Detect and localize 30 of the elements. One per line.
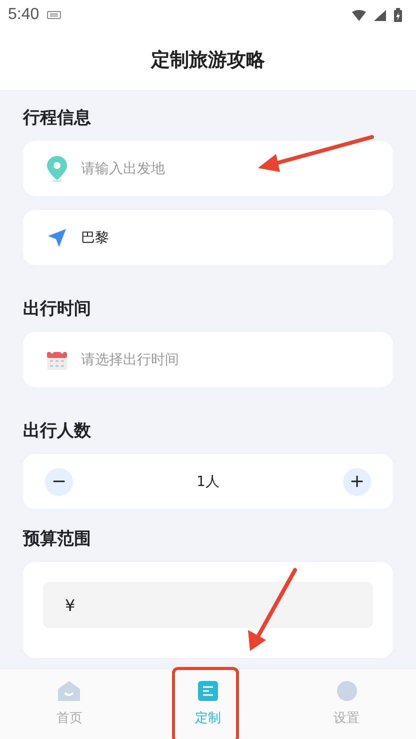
input-field[interactable]: 请选择出行时间	[23, 332, 393, 387]
section-title: 出行人数	[23, 420, 92, 442]
home-icon	[58, 681, 80, 701]
placeholder-text: 请输入出发地	[81, 160, 165, 178]
section-title: 预算范围	[23, 528, 92, 550]
traveler-count: 1人	[196, 472, 220, 490]
decrease-button[interactable]: −	[45, 468, 73, 496]
location-pin-icon	[47, 156, 67, 182]
wifi-icon	[352, 10, 366, 20]
section-title: 出行时间	[23, 298, 92, 320]
budget-field[interactable]: ¥	[43, 582, 373, 628]
highlight-box	[172, 667, 239, 739]
calendar-icon	[47, 350, 67, 370]
field-value: 巴黎	[81, 228, 109, 246]
signal-icon	[374, 10, 386, 20]
increase-button[interactable]: +	[342, 468, 371, 496]
navigation-arrow-icon	[47, 228, 67, 248]
page-title: 定制旅游攻略	[151, 48, 265, 73]
battery-icon	[394, 8, 402, 22]
section-title: 行程信息	[23, 107, 92, 129]
nav-tab[interactable]: 定制	[138, 669, 278, 739]
nav-tab[interactable]: 首页	[0, 669, 139, 739]
keyboard-icon	[47, 11, 62, 19]
settings-icon	[336, 681, 357, 701]
input-field[interactable]: 请输入出发地	[23, 141, 393, 196]
placeholder-text: 请选择出行时间	[81, 350, 179, 368]
input-field[interactable]: 巴黎	[23, 210, 393, 265]
document-icon	[198, 681, 218, 701]
status-time: 5:40	[8, 6, 40, 24]
nav-tab[interactable]: 设置	[277, 669, 416, 739]
